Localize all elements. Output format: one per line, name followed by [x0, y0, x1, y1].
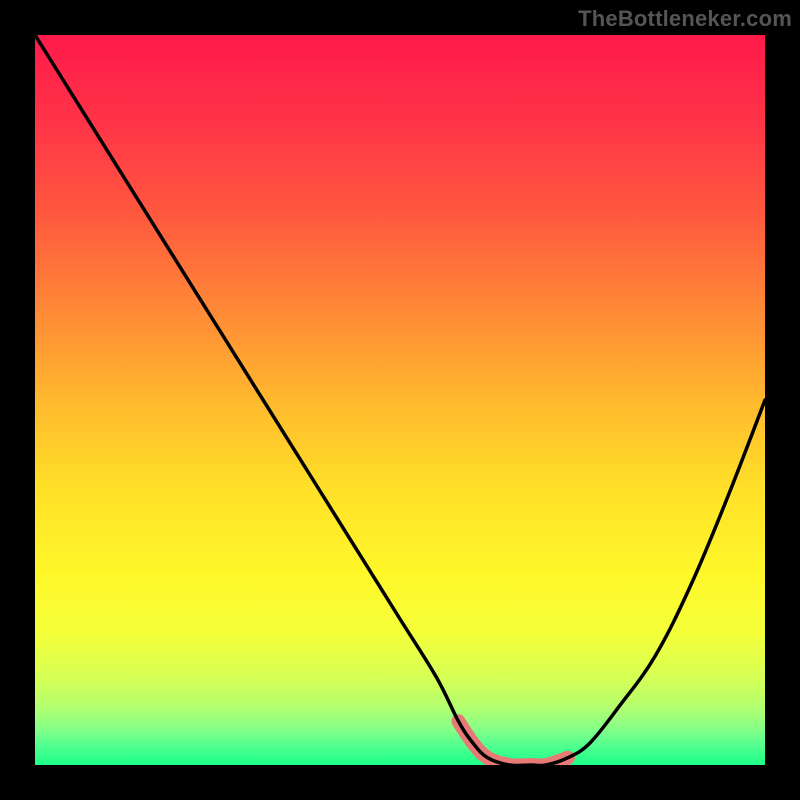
- bottleneck-chart: [0, 0, 800, 800]
- watermark-text: TheBottleneker.com: [578, 6, 792, 32]
- chart-frame: TheBottleneker.com: [0, 0, 800, 800]
